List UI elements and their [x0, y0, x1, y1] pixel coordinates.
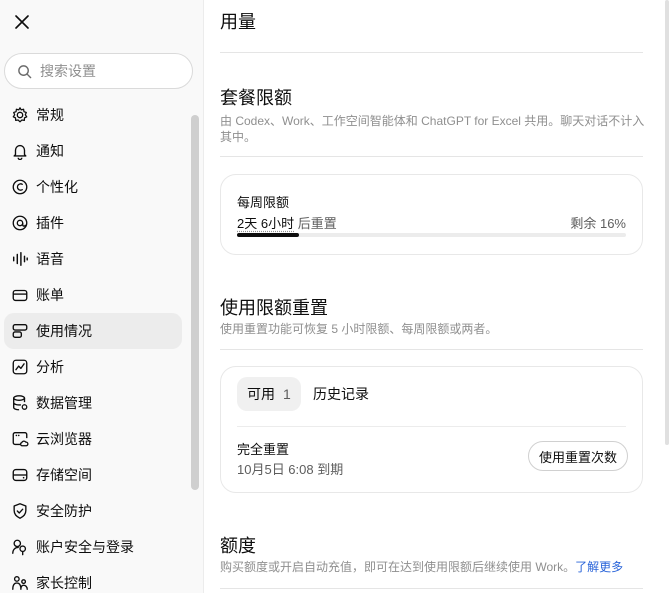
- personalize-icon: [10, 177, 30, 197]
- usage-panel: 用量 套餐限额 由 Codex、Work、工作空间智能体和 ChatGPT fo…: [204, 0, 669, 593]
- cloud-browser-icon: [10, 429, 30, 449]
- weekly-progress-bar: [237, 233, 626, 237]
- bell-icon: [10, 141, 30, 161]
- sidebar-item-label: 账户安全与登录: [36, 539, 134, 555]
- database-icon: [10, 393, 30, 413]
- sidebar-item-parental-controls[interactable]: 家长控制: [4, 565, 182, 593]
- wallet-icon: [10, 285, 30, 305]
- sidebar-item-label: 云浏览器: [36, 431, 92, 447]
- tab-history[interactable]: 历史记录: [313, 377, 369, 411]
- search-icon: [18, 64, 32, 78]
- usage-icon: [10, 321, 30, 341]
- chart-icon: [10, 357, 30, 377]
- weekly-reset-text: 2天 6小时 后重置: [237, 213, 337, 232]
- credits-description-text: 购买额度或开启自动充值，即可在达到使用限额后继续使用 Work。: [220, 560, 576, 574]
- gear-icon: [10, 105, 30, 125]
- sidebar-item-label: 个性化: [36, 179, 78, 195]
- full-reset-expiry: 10月5日 6:08 到期: [237, 462, 344, 477]
- sidebar-item-plugins[interactable]: 插件: [4, 205, 182, 241]
- divider: [220, 156, 643, 157]
- page-title: 用量: [220, 12, 256, 32]
- storage-icon: [10, 465, 30, 485]
- sidebar-item-label: 账单: [36, 287, 64, 303]
- weekly-limit-label: 每周限额: [237, 195, 290, 210]
- voice-icon: [10, 249, 30, 269]
- sidebar-item-label: 语音: [36, 251, 64, 267]
- sidebar-item-label: 分析: [36, 359, 64, 375]
- weekly-reset-time[interactable]: 2天 6小时: [237, 216, 294, 231]
- sidebar-item-account-security[interactable]: 账户安全与登录: [4, 529, 182, 565]
- sidebar-item-notifications[interactable]: 通知: [4, 133, 182, 169]
- reset-card: 可用 1 历史记录 完全重置 10月5日 6:08 到期 使用重置次数: [220, 366, 643, 493]
- sidebar-item-label: 安全防护: [36, 503, 92, 519]
- reset-title: 使用限额重置: [220, 298, 328, 318]
- sidebar-item-label: 存储空间: [36, 467, 92, 483]
- weekly-reset-suffix: 后重置: [297, 216, 337, 231]
- sidebar-item-storage[interactable]: 存储空间: [4, 457, 182, 493]
- main-scrollbar[interactable]: [665, 0, 669, 445]
- divider: [220, 52, 643, 53]
- sidebar-item-security[interactable]: 安全防护: [4, 493, 182, 529]
- sidebar-item-billing[interactable]: 账单: [4, 277, 182, 313]
- weekly-remaining: 剩余 16%: [570, 216, 626, 231]
- parental-control-icon: [10, 573, 30, 593]
- sidebar-item-label: 通知: [36, 143, 64, 159]
- sidebar-item-general[interactable]: 常规: [4, 97, 182, 133]
- divider: [237, 426, 626, 427]
- search-input[interactable]: [40, 63, 170, 79]
- sidebar-scrollbar[interactable]: [191, 115, 199, 490]
- plugin-icon: [10, 213, 30, 233]
- close-icon: [15, 15, 29, 29]
- reset-description: 使用重置功能可恢复 5 小时限额、每周限额或两者。: [220, 322, 498, 336]
- close-button[interactable]: [8, 8, 36, 36]
- tab-available-label: 可用: [247, 386, 275, 402]
- tab-available-count: 1: [283, 386, 291, 402]
- divider: [220, 349, 643, 350]
- full-reset-title: 完全重置: [237, 442, 290, 457]
- divider: [220, 588, 643, 589]
- sidebar-item-usage[interactable]: 使用情况: [4, 313, 182, 349]
- sidebar-item-label: 常规: [36, 107, 64, 123]
- search-box[interactable]: [4, 53, 193, 89]
- tab-available[interactable]: 可用 1: [237, 377, 301, 411]
- learn-more-link[interactable]: 了解更多: [575, 560, 623, 574]
- settings-sidebar: 常规 通知 个性化 插件 语音 账单 使用情况 分析: [0, 0, 203, 593]
- account-security-icon: [10, 537, 30, 557]
- credits-title: 额度: [220, 536, 256, 556]
- sidebar-item-cloud-browser[interactable]: 云浏览器: [4, 421, 182, 457]
- sidebar-item-label: 家长控制: [36, 575, 92, 591]
- sidebar-item-analytics[interactable]: 分析: [4, 349, 182, 385]
- sidebar-item-label: 插件: [36, 215, 64, 231]
- credits-description: 购买额度或开启自动充值，即可在达到使用限额后继续使用 Work。了解更多: [220, 559, 645, 575]
- weekly-limit-card: 每周限额 2天 6小时 后重置 剩余 16%: [220, 174, 643, 255]
- sidebar-item-personalization[interactable]: 个性化: [4, 169, 182, 205]
- sidebar-item-data-management[interactable]: 数据管理: [4, 385, 182, 421]
- shield-icon: [10, 501, 30, 521]
- sidebar-item-label: 使用情况: [36, 323, 92, 339]
- sidebar-item-label: 数据管理: [36, 395, 92, 411]
- sidebar-item-voice[interactable]: 语音: [4, 241, 182, 277]
- use-reset-button[interactable]: 使用重置次数: [527, 441, 628, 471]
- weekly-progress-fill: [237, 233, 300, 237]
- plan-limits-description: 由 Codex、Work、工作空间智能体和 ChatGPT for Excel …: [220, 114, 645, 144]
- plan-limits-title: 套餐限额: [220, 88, 292, 108]
